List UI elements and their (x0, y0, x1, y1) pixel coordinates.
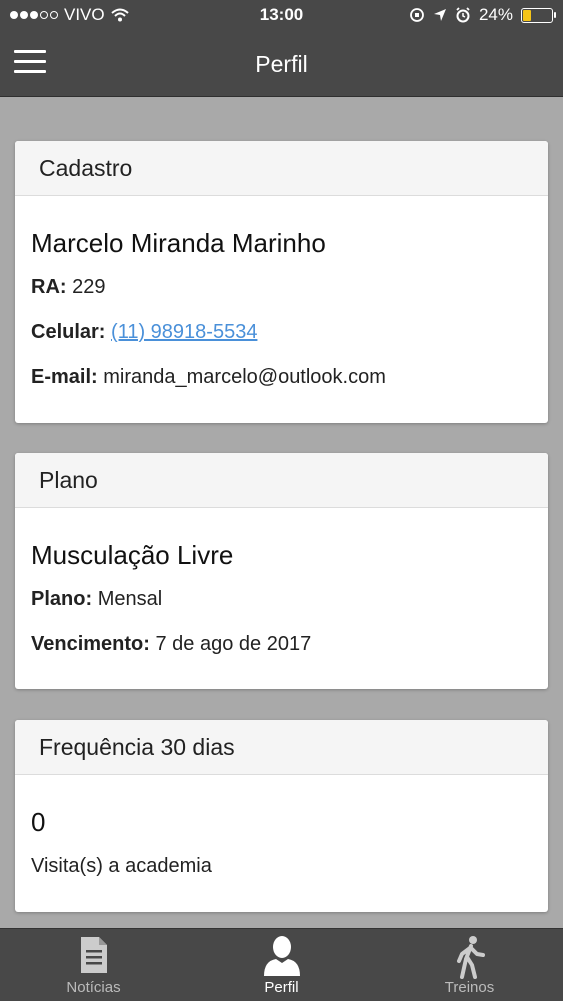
vencimento-value: 7 de ago de 2017 (155, 633, 312, 655)
frequencia-card: Frequência 30 dias 0 Visita(s) a academi… (15, 720, 548, 912)
person-icon (263, 936, 300, 976)
navigation-bar: Perfil (0, 32, 563, 97)
tab-bar: Notícias Perfil Treinos (0, 928, 563, 1001)
vencimento-row: Vencimento: 7 de ago de 2017 (31, 633, 311, 656)
battery-percent: 24% (478, 5, 513, 24)
document-icon (80, 937, 107, 973)
vencimento-label: Vencimento: (31, 633, 150, 655)
visit-count: 0 (31, 807, 46, 837)
plano-card: Plano Musculação Livre Plano: Mensal Ven… (15, 453, 548, 689)
tab-perfil-label: Perfil (264, 979, 299, 996)
cadastro-card: Cadastro Marcelo Miranda Marinho RA: 229… (15, 141, 548, 423)
tab-treinos-label: Treinos (444, 979, 495, 996)
email-row: E-mail: miranda_marcelo@outlook.com (31, 366, 386, 389)
celular-row: Celular: (11) 98918-5534 (31, 321, 257, 344)
page-title: Perfil (255, 51, 308, 77)
status-bar: VIVO 13:00 24% (0, 0, 563, 32)
plano-value: Mensal (97, 588, 163, 610)
plano-row: Plano: Mensal (31, 588, 162, 611)
ra-label: RA: (31, 276, 67, 298)
tab-perfil[interactable]: Perfil (188, 929, 375, 1001)
cadastro-card-title: Cadastro (15, 141, 548, 196)
plano-label: Plano: (31, 588, 93, 610)
tab-noticias[interactable]: Notícias (0, 929, 187, 1001)
frequencia-card-title: Frequência 30 dias (15, 720, 548, 775)
user-name: Marcelo Miranda Marinho (31, 228, 326, 258)
phone-link[interactable]: (11) 98918-5534 (111, 321, 257, 343)
battery-icon (521, 7, 556, 23)
email-value: miranda_marcelo@outlook.com (103, 366, 386, 388)
plano-card-title: Plano (15, 453, 548, 508)
ra-row: RA: 229 (31, 276, 105, 299)
email-label: E-mail: (31, 366, 98, 388)
celular-label: Celular: (31, 321, 106, 343)
tab-noticias-label: Notícias (66, 979, 121, 996)
plan-name: Musculação Livre (31, 540, 234, 570)
visit-caption: Visita(s) a academia (31, 855, 212, 877)
orientation-lock-icon (410, 8, 424, 22)
alarm-icon (456, 7, 470, 23)
walking-icon (456, 936, 485, 979)
tab-treinos[interactable]: Treinos (376, 929, 563, 1001)
status-right: 24% (409, 5, 556, 25)
ra-value: 229 (72, 276, 106, 298)
location-arrow-icon (433, 9, 446, 21)
